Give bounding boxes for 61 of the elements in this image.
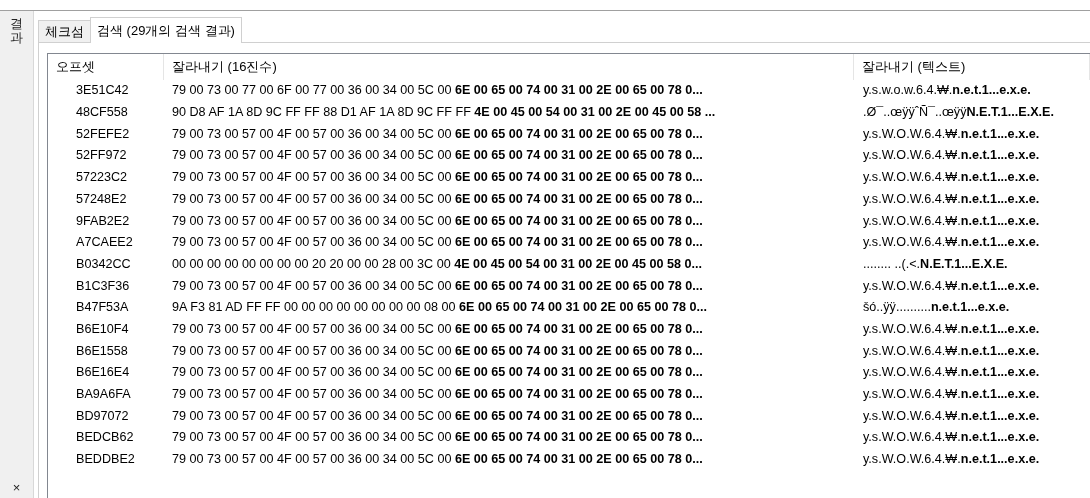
offset-cell-text: 57223C2	[75, 169, 129, 187]
text-cell-text: y.s.W.O.W.6.4.₩.n.e.t.1...e.x.e.	[862, 212, 1041, 230]
offset-cell-text: B6E1558	[75, 342, 129, 360]
text-cell-text: y.s.W.O.W.6.4.₩.n.e.t.1...e.x.e.	[862, 386, 1041, 403]
text-cell-text: y.s.W.O.W.6.4.₩.n.e.t.1...e.x.e.	[862, 429, 1041, 447]
column-header[interactable]: 잘라내기 (텍스트)	[854, 54, 1090, 80]
tab[interactable]: 체크섬	[38, 20, 91, 42]
text-cell-text: y.s.W.O.W.6.4.₩.n.e.t.1...e.x.e.	[862, 125, 1041, 143]
offset-cell-text: BEDCB62	[75, 429, 135, 447]
offset-cell-text: 48CF558	[75, 104, 129, 122]
hex-cell-text: 79 00 73 00 57 00 4F 00 57 00 36 00 34 00 5C 00 6E 00 65 00 74 00 31 00 2E 00 65 00 78 0...	[171, 190, 704, 208]
offset-cell-text: B0342CC	[75, 255, 132, 273]
text-cell-text: y.s.W.O.W.6.4.₩.n.e.t.1...e.x.e.	[862, 364, 1041, 382]
offset-cell-text: 57248E2	[75, 190, 128, 208]
offset-cell-text: 52FF972	[75, 147, 128, 165]
text-cell-text: y.s.W.O.W.6.4.₩.n.e.t.1...e.x.e.	[862, 169, 1041, 187]
text-cell-text: y.s.W.O.W.6.4.₩.n.e.t.1...e.x.e.	[862, 147, 1041, 165]
hex-cell-text: 00 00 00 00 00 00 00 00 20 20 00 00 28 00 3C 00 4E 00 45 00 54 00 31 00 2E 00 45 00 58 0...	[171, 255, 704, 273]
text-cell-text: y.s.W.O.W.6.4.₩.n.e.t.1...e.x.e.	[862, 190, 1041, 208]
offset-cell-text: BA9A6FA	[75, 386, 132, 403]
hex-cell-text: 79 00 73 00 57 00 4F 00 57 00 36 00 34 00 5C 00 6E 00 65 00 74 00 31 00 2E 00 65 00 78 0...	[171, 234, 704, 252]
offset-cell-text: B47F53A	[75, 299, 130, 317]
text-cell-text: .Ø¯..œÿÿˆÑ¯..œÿÿN.E.T.1...E.X.E.	[862, 104, 1055, 122]
hex-cell-text: 79 00 73 00 57 00 4F 00 57 00 36 00 34 00 5C 00 6E 00 65 00 74 00 31 00 2E 00 65 00 78 0...	[171, 342, 704, 360]
text-cell-text: y.s.W.O.W.6.4.₩.n.e.t.1...e.x.e.	[862, 451, 1041, 469]
column-header[interactable]: 오프셋	[48, 54, 164, 80]
offset-cell-text: B6E16E4	[75, 364, 131, 382]
offset-cell-text: A7CAEE2	[75, 234, 134, 252]
offset-cell-text: B1C3F36	[75, 277, 131, 295]
close-button[interactable]: ×	[12, 481, 21, 494]
text-cell-text: y.s.W.O.W.6.4.₩.n.e.t.1...e.x.e.	[862, 234, 1041, 252]
offset-cell-text: BEDDBE2	[75, 451, 136, 469]
hex-cell-text: 79 00 73 00 57 00 4F 00 57 00 36 00 34 00 5C 00 6E 00 65 00 74 00 31 00 2E 00 65 00 78 0...	[171, 125, 704, 143]
text-cell-text: y.s.W.O.W.6.4.₩.n.e.t.1...e.x.e.	[862, 342, 1041, 360]
hex-cell-text: 79 00 73 00 57 00 4F 00 57 00 36 00 34 00 5C 00 6E 00 65 00 74 00 31 00 2E 00 65 00 78 0...	[171, 169, 704, 187]
text-cell-text: ........ ..(.<.N.E.T.1...E.X.E.	[862, 255, 1009, 273]
hex-cell-text: 79 00 73 00 57 00 4F 00 57 00 36 00 34 00 5C 00 6E 00 65 00 74 00 31 00 2E 00 65 00 78 0...	[171, 212, 704, 230]
text-cell-text: šó..ÿÿ..........n.e.t.1...e.x.e.	[862, 299, 1011, 317]
offset-cell-text: BD97072	[75, 407, 130, 425]
column-header[interactable]: 잘라내기 (16진수)	[164, 54, 854, 80]
offset-cell-text: 9FAB2E2	[75, 212, 131, 230]
text-cell-text: y.s.W.O.W.6.4.₩.n.e.t.1...e.x.e.	[862, 407, 1041, 425]
text-cell-text: y.s.w.o.w.6.4.₩.n.e.t.1...e.x.e.	[862, 82, 1032, 100]
hex-cell-text: 79 00 73 00 77 00 6F 00 77 00 36 00 34 00 5C 00 6E 00 65 00 74 00 31 00 2E 00 65 00 78 0...	[171, 82, 704, 100]
offset-cell-text: 3E51C42	[75, 82, 130, 100]
offset-cell-text: B6E10F4	[75, 320, 130, 338]
hex-cell-text: 79 00 73 00 57 00 4F 00 57 00 36 00 34 00 5C 00 6E 00 65 00 74 00 31 00 2E 00 65 00 78 0...	[171, 429, 704, 447]
hex-cell-text: 79 00 73 00 57 00 4F 00 57 00 36 00 34 00 5C 00 6E 00 65 00 74 00 31 00 2E 00 65 00 78 0...	[171, 451, 704, 469]
tab[interactable]: 검색 (29개의 검색 결과)	[90, 17, 242, 43]
hex-cell-text: 9A F3 81 AD FF FF 00 00 00 00 00 00 00 00 08 00 6E 00 65 00 74 00 31 00 2E 00 65 00 78 0...	[171, 299, 708, 317]
hex-cell-text: 90 D8 AF 1A 8D 9C FF FF 88 D1 AF 1A 8D 9C FF FF 4E 00 45 00 54 00 31 00 2E 00 45 00 58 ...	[171, 104, 717, 122]
results-tab[interactable]: 결과	[10, 17, 23, 46]
offset-cell-text: 52FEFE2	[75, 125, 131, 143]
hex-cell-text: 79 00 73 00 57 00 4F 00 57 00 36 00 34 00 5C 00 6E 00 65 00 74 00 31 00 2E 00 65 00 78 0...	[171, 320, 704, 338]
hex-cell-text: 79 00 73 00 57 00 4F 00 57 00 36 00 34 00 5C 00 6E 00 65 00 74 00 31 00 2E 00 65 00 78 0...	[171, 386, 704, 403]
text-cell-text: y.s.W.O.W.6.4.₩.n.e.t.1...e.x.e.	[862, 277, 1041, 295]
hex-cell-text: 79 00 73 00 57 00 4F 00 57 00 36 00 34 00 5C 00 6E 00 65 00 74 00 31 00 2E 00 65 00 78 0...	[171, 277, 704, 295]
hex-cell-text: 79 00 73 00 57 00 4F 00 57 00 36 00 34 00 5C 00 6E 00 65 00 74 00 31 00 2E 00 65 00 78 0...	[171, 364, 704, 382]
hex-cell-text: 79 00 73 00 57 00 4F 00 57 00 36 00 34 00 5C 00 6E 00 65 00 74 00 31 00 2E 00 65 00 78 0...	[171, 147, 704, 165]
hex-cell-text: 79 00 73 00 57 00 4F 00 57 00 36 00 34 00 5C 00 6E 00 65 00 74 00 31 00 2E 00 65 00 78 0...	[171, 407, 704, 425]
text-cell-text: y.s.W.O.W.6.4.₩.n.e.t.1...e.x.e.	[862, 320, 1041, 338]
